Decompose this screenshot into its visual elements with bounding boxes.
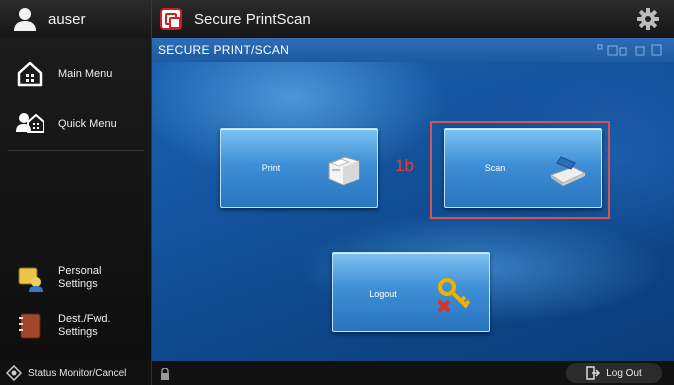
scan-label: Scan: [484, 163, 506, 173]
secure-printscan-app-icon: [160, 8, 182, 30]
status-monitor-icon: [6, 365, 22, 381]
page-title: SECURE PRINT/SCAN: [158, 43, 290, 57]
sidebar-item-label: Dest./Fwd. Settings: [58, 313, 111, 338]
sidebar-item-personal-settings[interactable]: Personal Settings: [0, 264, 152, 292]
sidebar-item-dest-fwd-settings[interactable]: Dest./Fwd. Settings: [0, 312, 152, 340]
sidebar-item-main-menu[interactable]: Main Menu: [0, 60, 152, 88]
gear-icon[interactable]: [636, 7, 660, 31]
logout-label: Logout: [369, 289, 397, 299]
lock-icon: [160, 367, 170, 380]
status-monitor-button[interactable]: Status Monitor/Cancel: [0, 361, 152, 385]
user-name: auser: [48, 10, 86, 28]
status-bar: Status Monitor/Cancel Log Out: [0, 361, 674, 385]
user-area: auser: [0, 0, 152, 38]
sidebar-item-quick-menu[interactable]: Quick Menu: [0, 110, 152, 138]
annotation-label: 1b: [395, 156, 414, 175]
sidebar-item-label: Personal Settings: [58, 265, 102, 290]
log-out-label: Log Out: [606, 367, 642, 379]
app-title-area: Secure PrintScan: [160, 0, 311, 38]
device-decor-icon: [596, 43, 668, 57]
scan-button[interactable]: Scan: [444, 128, 602, 208]
sidebar-item-label: Quick Menu: [58, 117, 117, 130]
top-bar: auser Secure PrintScan: [0, 0, 674, 38]
print-label: Print: [261, 163, 281, 173]
app-title: Secure PrintScan: [194, 10, 311, 28]
personal-settings-icon: [16, 264, 44, 292]
log-out-button[interactable]: Log Out: [566, 363, 662, 383]
status-monitor-label: Status Monitor/Cancel: [28, 367, 127, 379]
scanner-icon: [547, 149, 587, 189]
user-icon: [12, 6, 38, 32]
printer-icon: [323, 149, 363, 189]
keys-icon: [435, 275, 475, 315]
print-button[interactable]: Print: [220, 128, 378, 208]
logout-button[interactable]: Logout: [332, 252, 490, 332]
sidebar-item-label: Main Menu: [58, 67, 113, 80]
log-out-icon: [586, 366, 601, 380]
home-icon: [16, 60, 44, 88]
main-header: SECURE PRINT/SCAN: [152, 38, 674, 62]
sidebar-divider: [8, 150, 144, 151]
main-panel: SECURE PRINT/SCAN Print 1b Scan Logout: [152, 38, 674, 361]
address-book-icon: [16, 312, 44, 340]
quick-menu-icon: [16, 110, 45, 138]
sidebar: Main Menu Quick Menu Personal Settings D…: [0, 38, 152, 361]
